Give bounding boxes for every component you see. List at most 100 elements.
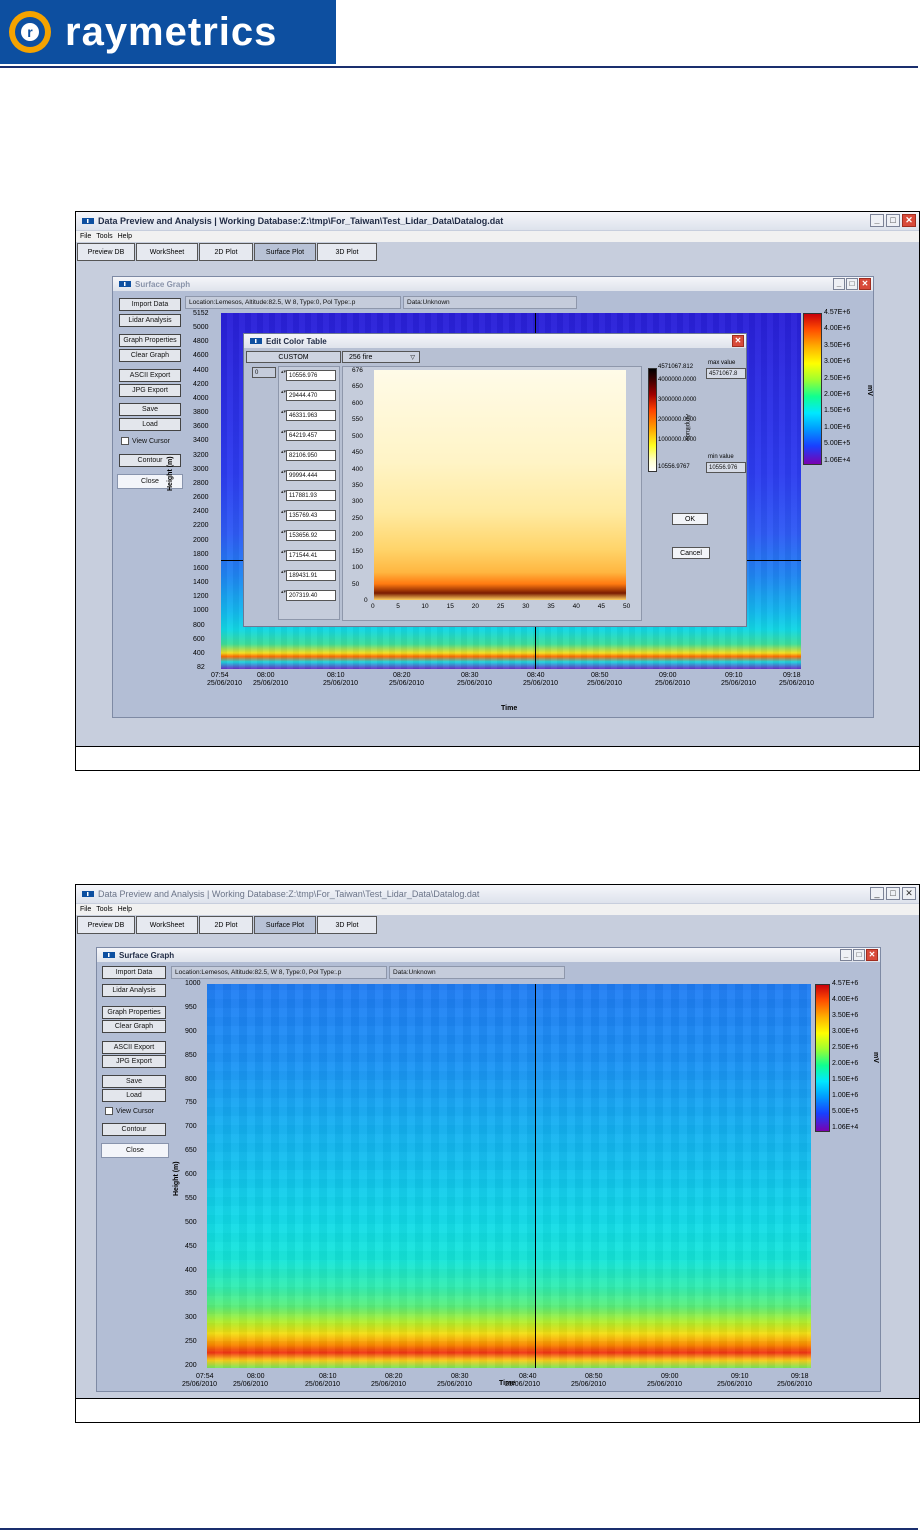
header-rule: [0, 66, 918, 68]
child-minimize-button[interactable]: _: [833, 278, 845, 290]
x-tick-date: 25/06/2010: [721, 680, 757, 687]
y-axis-title: Height (m): [167, 456, 174, 491]
child-close-button[interactable]: ✕: [859, 278, 871, 290]
main-tabs-2: Preview DB WorkSheet 2D Plot Surface Plo…: [76, 916, 919, 936]
colorbar-tick: 5.00E+5: [824, 440, 851, 448]
tab-surface-plot-2[interactable]: Surface Plot: [254, 916, 316, 934]
cancel-button[interactable]: Cancel: [672, 547, 710, 559]
load-button[interactable]: Load: [119, 418, 181, 431]
tab-2d-plot-2[interactable]: 2D Plot: [199, 916, 253, 934]
color-value-field[interactable]: 135769.43: [286, 510, 336, 521]
color-value-field[interactable]: 189431.91: [286, 570, 336, 581]
color-value-field[interactable]: 207319.40: [286, 590, 336, 601]
tab-preview-db-2[interactable]: Preview DB: [77, 916, 135, 934]
tab-2d-plot[interactable]: 2D Plot: [199, 243, 253, 261]
child-close-button-2[interactable]: ✕: [866, 949, 878, 961]
menubar-2: File Tools Help: [76, 904, 919, 915]
import-data-button-2[interactable]: Import Data: [102, 966, 166, 979]
child-maximize-button-2[interactable]: □: [853, 949, 865, 961]
import-data-button[interactable]: Import Data: [119, 298, 181, 311]
contour-button-2[interactable]: Contour: [102, 1123, 166, 1136]
menu-tools[interactable]: Tools: [96, 233, 112, 240]
cursor-vertical-line-2[interactable]: [535, 984, 536, 1368]
save-button-2[interactable]: Save: [102, 1075, 166, 1088]
color-value-field[interactable]: 29444.470: [286, 390, 336, 401]
clear-graph-button[interactable]: Clear Graph: [119, 349, 181, 362]
view-cursor-checkbox-2[interactable]: View Cursor: [105, 1107, 154, 1115]
lidar-analysis-button-2[interactable]: Lidar Analysis: [102, 984, 166, 997]
color-value-field[interactable]: 171544.41: [286, 550, 336, 561]
min-value-label: min value: [708, 454, 734, 460]
logo-mark-icon: r: [9, 11, 51, 53]
child-maximize-button[interactable]: □: [846, 278, 858, 290]
child-minimize-button-2[interactable]: _: [840, 949, 852, 961]
preview-x-tick: 15: [446, 603, 454, 610]
color-value-field[interactable]: 10556.976: [286, 370, 336, 381]
lidar-analysis-button[interactable]: Lidar Analysis: [119, 314, 181, 327]
colorbar-tick-2: 4.57E+6: [832, 980, 859, 987]
min-value-field[interactable]: 10556.976: [706, 462, 746, 473]
clear-graph-button-2[interactable]: Clear Graph: [102, 1020, 166, 1033]
tab-preview-db[interactable]: Preview DB: [77, 243, 135, 261]
tab-surface-plot[interactable]: Surface Plot: [254, 243, 316, 261]
x-tick-time: 08:50: [591, 672, 609, 679]
preview-y-tick: 550: [352, 416, 363, 424]
tab-3d-plot-2[interactable]: 3D Plot: [317, 916, 377, 934]
maximize-button[interactable]: □: [886, 214, 900, 227]
tab-3d-plot[interactable]: 3D Plot: [317, 243, 377, 261]
x-tick-time: 08:20: [393, 672, 411, 679]
graph-properties-button[interactable]: Graph Properties: [119, 334, 181, 347]
jpg-export-button-2[interactable]: JPG Export: [102, 1055, 166, 1068]
app-titlebar: Data Preview and Analysis | Working Data…: [76, 212, 919, 230]
preview-y-tick: 400: [352, 465, 363, 473]
max-value-field[interactable]: 4571067.8: [706, 368, 746, 379]
save-button[interactable]: Save: [119, 403, 181, 416]
color-value-field[interactable]: 64219.457: [286, 430, 336, 441]
x-tick-time-2: 08:00: [247, 1373, 265, 1380]
surface-graph-title: Surface Graph: [135, 279, 191, 289]
color-value-field[interactable]: 46331.963: [286, 410, 336, 421]
color-value-field[interactable]: 99994.444: [286, 470, 336, 481]
dialog-close-button[interactable]: ✕: [732, 335, 744, 347]
tab-worksheet-2[interactable]: WorkSheet: [136, 916, 198, 934]
caption-row-2: [76, 1398, 919, 1422]
amplitude-tick: 2000000.0000: [658, 417, 697, 423]
close-button-2[interactable]: Close: [101, 1143, 169, 1158]
x-tick-time: 08:00: [257, 672, 275, 679]
preview-y-tick: 0: [364, 597, 368, 604]
minimize-button-2[interactable]: _: [870, 887, 884, 900]
x-tick-date-2: 25/06/2010: [437, 1381, 473, 1388]
custom-mode-button[interactable]: CUSTOM: [246, 351, 341, 363]
colorbar-tick: 2.50E+6: [824, 374, 851, 382]
amplitude-tick: 3000000.0000: [658, 397, 697, 403]
ascii-export-button-2[interactable]: ASCII Export: [102, 1041, 166, 1054]
x-tick-date: 25/06/2010: [523, 680, 559, 687]
graph-properties-button-2[interactable]: Graph Properties: [102, 1006, 166, 1019]
x-tick-time: 09:00: [659, 672, 677, 679]
menu-file-2[interactable]: File: [80, 906, 91, 913]
y-tick-label: 1000: [193, 607, 209, 615]
figure-1: Data Preview and Analysis | Working Data…: [75, 211, 920, 771]
color-value-field[interactable]: 153656.92: [286, 530, 336, 541]
y-tick-label: 4200: [193, 380, 209, 388]
menu-help[interactable]: Help: [118, 233, 132, 240]
load-button-2[interactable]: Load: [102, 1089, 166, 1102]
checkbox-box-2[interactable]: [105, 1107, 113, 1115]
palette-select[interactable]: 256 fire ▽: [342, 351, 420, 363]
ascii-export-button[interactable]: ASCII Export: [119, 369, 181, 382]
close-window-button[interactable]: ✕: [902, 214, 916, 227]
menu-file[interactable]: File: [80, 233, 91, 240]
jpg-export-button[interactable]: JPG Export: [119, 384, 181, 397]
checkbox-box[interactable]: [121, 437, 129, 445]
color-value-field[interactable]: 82106.950: [286, 450, 336, 461]
tab-worksheet[interactable]: WorkSheet: [136, 243, 198, 261]
menu-tools-2[interactable]: Tools: [96, 906, 112, 913]
maximize-button-2[interactable]: □: [886, 887, 900, 900]
index-field[interactable]: 0: [252, 367, 276, 378]
view-cursor-checkbox[interactable]: View Cursor: [121, 437, 170, 445]
ok-button[interactable]: OK: [672, 513, 708, 525]
close-window-button-2[interactable]: ✕: [902, 887, 916, 900]
color-value-field[interactable]: 117881.93: [286, 490, 336, 501]
menu-help-2[interactable]: Help: [118, 906, 132, 913]
minimize-button[interactable]: _: [870, 214, 884, 227]
